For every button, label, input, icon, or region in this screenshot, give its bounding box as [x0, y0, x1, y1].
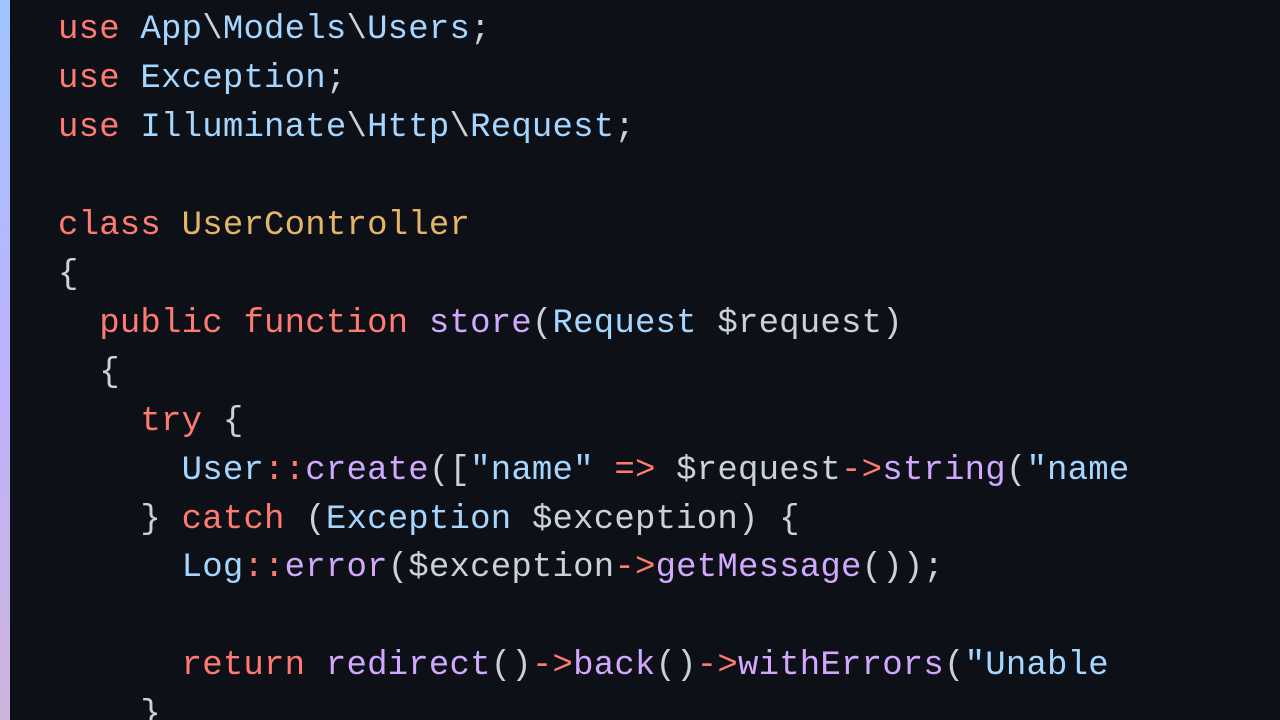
token-punct — [223, 305, 244, 343]
code-line: User::create(["name" => $request->string… — [58, 447, 1280, 496]
token-op: -> — [841, 452, 882, 490]
token-var: $exception — [532, 501, 738, 539]
token-punct — [305, 647, 326, 685]
token-op: :: — [264, 452, 305, 490]
token-punct: ; — [326, 60, 347, 98]
token-punct — [161, 207, 182, 245]
token-fn: withErrors — [738, 647, 944, 685]
token-punct: \ — [346, 11, 367, 49]
token-kw: use — [58, 60, 120, 98]
token-kw: try — [140, 403, 202, 441]
token-punct: } — [140, 501, 181, 539]
token-punct — [120, 11, 141, 49]
token-kw: class — [58, 207, 161, 245]
code-line: } — [58, 691, 1280, 720]
token-var: $request — [717, 305, 882, 343]
token-punct: { — [202, 403, 243, 441]
code-editor[interactable]: use App\Models\Users; use Exception; use… — [10, 0, 1280, 720]
token-punct: \ — [202, 11, 223, 49]
token-punct — [408, 305, 429, 343]
code-line: return redirect()->back()->withErrors("U… — [58, 642, 1280, 691]
token-punct — [120, 60, 141, 98]
token-punct: ([ — [429, 452, 470, 490]
token-punct: \ — [450, 109, 471, 147]
code-line: use Exception; — [58, 55, 1280, 104]
token-op: => — [614, 452, 655, 490]
token-punct: { — [99, 354, 120, 392]
token-punct — [594, 452, 615, 490]
token-ns: Illuminate — [140, 109, 346, 147]
token-punct: ( — [532, 305, 553, 343]
token-var: $request — [676, 452, 841, 490]
code-line: } catch (Exception $exception) { — [58, 496, 1280, 545]
token-fn: getMessage — [656, 549, 862, 587]
token-kw: catch — [182, 501, 285, 539]
token-kw: use — [58, 11, 120, 49]
token-kw: use — [58, 109, 120, 147]
token-kw: function — [243, 305, 408, 343]
token-fn: error — [285, 549, 388, 587]
token-punct: ( — [944, 647, 965, 685]
token-op: -> — [614, 549, 655, 587]
code-line: { — [58, 349, 1280, 398]
token-punct: ( — [1006, 452, 1027, 490]
code-line: try { — [58, 398, 1280, 447]
token-ns: Exception — [140, 60, 325, 98]
token-ns: Request — [470, 109, 614, 147]
token-fn: store — [429, 305, 532, 343]
editor-gutter — [0, 0, 10, 720]
token-fn: create — [305, 452, 429, 490]
token-ns: Request — [553, 305, 697, 343]
token-str: "name — [1026, 452, 1129, 490]
token-ns: App — [140, 11, 202, 49]
token-punct: } — [140, 696, 161, 720]
token-punct — [511, 501, 532, 539]
token-cls: UserController — [182, 207, 470, 245]
token-ns: Log — [182, 549, 244, 587]
token-punct: ) { — [738, 501, 800, 539]
token-punct — [120, 109, 141, 147]
token-ns: Http — [367, 109, 449, 147]
token-punct: ( — [388, 549, 409, 587]
token-punct — [656, 452, 677, 490]
token-punct: \ — [346, 109, 367, 147]
code-line: use Illuminate\Http\Request; — [58, 104, 1280, 153]
token-fn: redirect — [326, 647, 491, 685]
code-line: public function store(Request $request) — [58, 300, 1280, 349]
code-line — [58, 593, 1280, 642]
token-ns: Users — [367, 11, 470, 49]
code-line: use App\Models\Users; — [58, 6, 1280, 55]
token-var: $exception — [408, 549, 614, 587]
token-fn: back — [573, 647, 655, 685]
code-line: class UserController — [58, 202, 1280, 251]
token-str: "Unable — [965, 647, 1109, 685]
token-punct: () — [491, 647, 532, 685]
token-punct: ()); — [862, 549, 944, 587]
token-punct: ) — [882, 305, 903, 343]
token-op: :: — [243, 549, 284, 587]
token-fn: string — [882, 452, 1006, 490]
token-op: -> — [532, 647, 573, 685]
token-ns: User — [182, 452, 264, 490]
token-op: -> — [697, 647, 738, 685]
token-kw: public — [99, 305, 223, 343]
token-punct: ; — [614, 109, 635, 147]
token-ns: Models — [223, 11, 347, 49]
token-punct: () — [656, 647, 697, 685]
token-kw: return — [182, 647, 306, 685]
token-punct: ( — [285, 501, 326, 539]
token-str: "name" — [470, 452, 594, 490]
code-line: Log::error($exception->getMessage()); — [58, 544, 1280, 593]
code-line: { — [58, 251, 1280, 300]
token-punct: ; — [470, 11, 491, 49]
token-punct: { — [58, 256, 79, 294]
token-ns: Exception — [326, 501, 511, 539]
code-line — [58, 153, 1280, 202]
token-punct — [697, 305, 718, 343]
